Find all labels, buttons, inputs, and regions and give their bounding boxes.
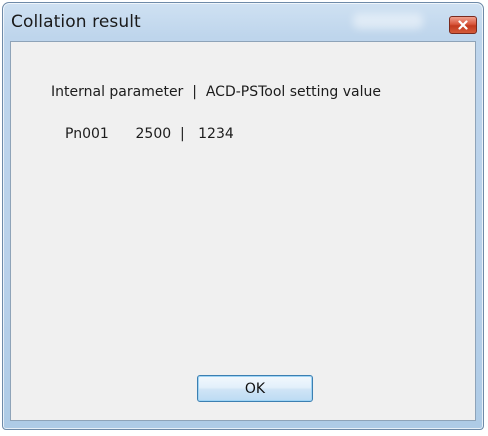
- close-button[interactable]: [449, 16, 477, 34]
- title-bar-reflection: [353, 13, 423, 29]
- dialog-body: Internal parameter | ACD-PSTool setting …: [10, 41, 476, 421]
- window-title: Collation result: [11, 12, 141, 32]
- result-row: Pn001 2500 | 1234: [65, 126, 234, 142]
- title-bar[interactable]: Collation result: [3, 3, 483, 43]
- close-icon: [458, 20, 468, 30]
- column-header: Internal parameter | ACD-PSTool setting …: [51, 84, 381, 100]
- setting-value: 1234: [198, 126, 234, 142]
- dialog-window: Collation result Internal parameter | AC…: [2, 2, 484, 430]
- ok-button[interactable]: OK: [197, 375, 313, 402]
- internal-value: 2500: [135, 126, 172, 142]
- param-name: Pn001: [65, 126, 109, 142]
